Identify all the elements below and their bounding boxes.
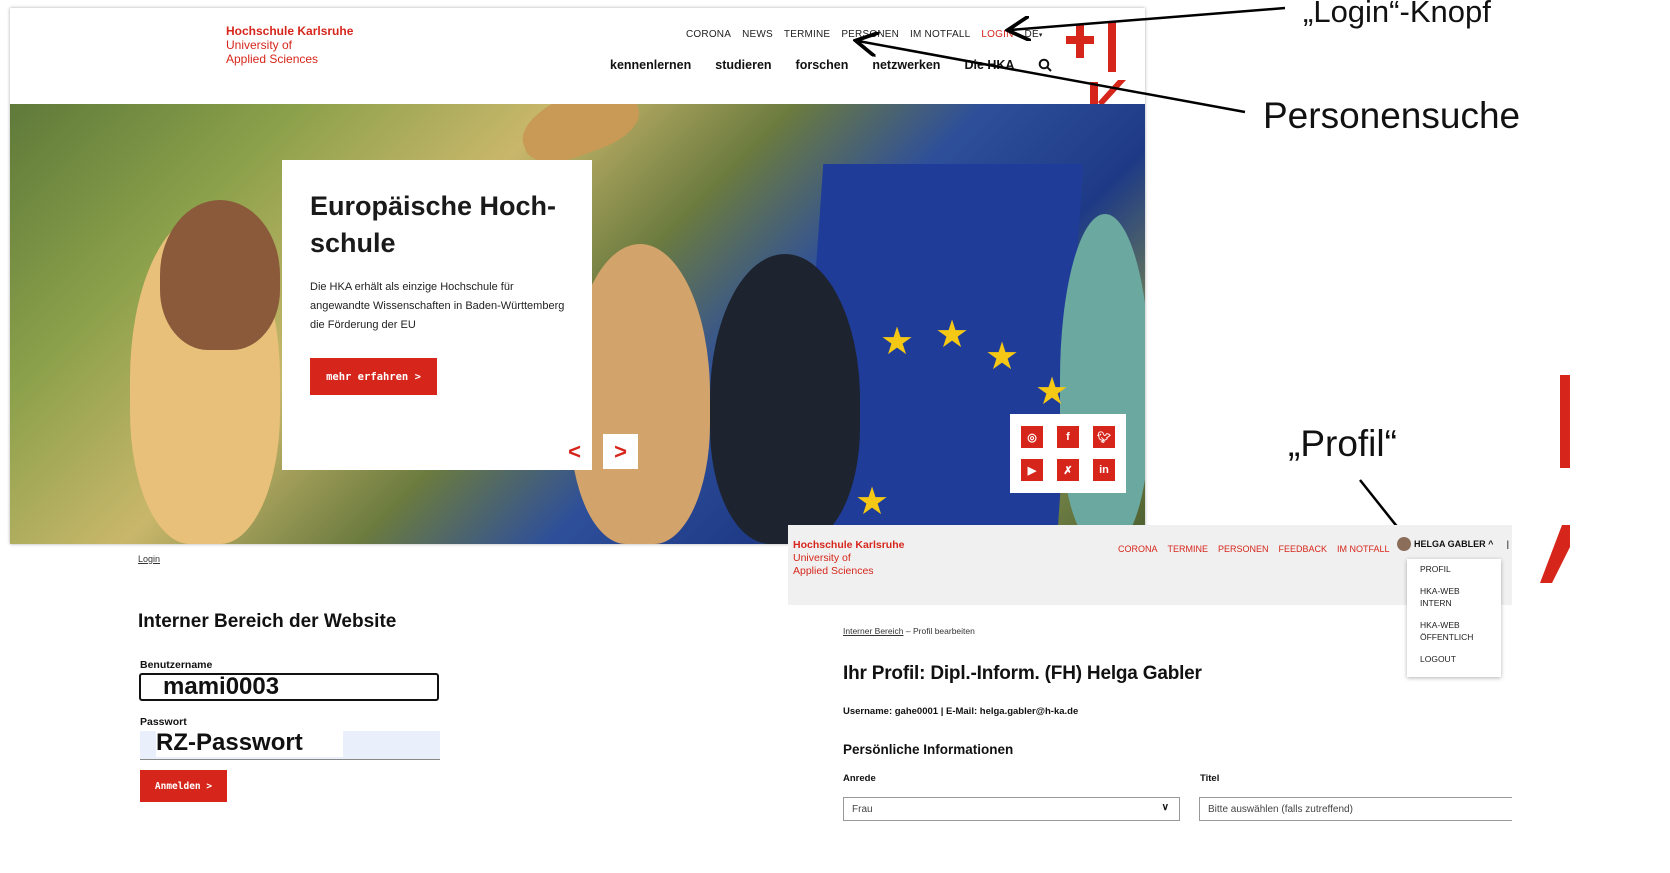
username-input[interactable]: mami0003 — [139, 673, 439, 701]
login-submit-button[interactable]: Anmelden > — [140, 770, 227, 802]
profile-screenshot: Hochschule Karlsruhe University of Appli… — [788, 525, 1512, 873]
anrede-value: Frau — [852, 803, 873, 815]
breadcrumb-current: Profil bearbeiten — [912, 626, 975, 636]
arrow-to-personen — [858, 41, 1246, 114]
titel-select[interactable]: Bitte auswählen (falls zutreffend) — [1199, 797, 1512, 821]
nav-personen[interactable]: PERSONEN — [1218, 544, 1269, 554]
profile-site-logo[interactable]: Hochschule Karlsruhe University of Appli… — [793, 539, 904, 578]
password-input[interactable]: RZ-Passwort — [140, 729, 440, 760]
breadcrumb-login[interactable]: Login — [138, 554, 160, 564]
nav-feedback[interactable]: FEEDBACK — [1279, 544, 1328, 554]
nav-corona[interactable]: CORONA — [1118, 544, 1158, 554]
user-menu-toggle[interactable]: HELGA GABLER ^ | — [1397, 537, 1509, 551]
user-menu-label: HELGA GABLER ^ — [1414, 539, 1494, 549]
titel-label: Titel — [1200, 773, 1220, 784]
breadcrumb: Interner Bereich – Profil bearbeiten — [843, 626, 975, 636]
user-dropdown-menu: PROFIL HKA-WEB INTERN HKA-WEB ÖFFENTLICH… — [1407, 559, 1501, 677]
breadcrumb-separator: – — [905, 626, 911, 636]
login-title: Interner Bereich der Website — [138, 611, 397, 632]
nav-termine[interactable]: TERMINE — [1168, 544, 1209, 554]
avatar — [1397, 537, 1411, 551]
menu-item-profil[interactable]: PROFIL — [1420, 563, 1451, 575]
logo-fragment — [1560, 375, 1570, 468]
logo-fragment — [1540, 525, 1570, 583]
brand-name: Hochschule Karlsruhe — [793, 539, 905, 551]
nav-im-notfall[interactable]: IM NOTFALL — [1337, 544, 1390, 554]
breadcrumb-link[interactable]: Interner Bereich — [843, 626, 903, 636]
brand-subline-1: University of — [793, 552, 851, 564]
anrede-label: Anrede — [843, 773, 876, 784]
titel-placeholder: Bitte auswählen (falls zutreffend) — [1208, 803, 1353, 815]
menu-item-hka-web-oeffentlich[interactable]: HKA-WEB ÖFFENTLICH — [1420, 619, 1490, 643]
menu-item-logout[interactable]: LOGOUT — [1420, 653, 1456, 665]
arrow-to-login — [1010, 6, 1286, 30]
user-info: Username: gahe0001 | E-Mail: helga.gable… — [843, 706, 1079, 717]
anrede-select[interactable]: Frau ∨ — [843, 797, 1180, 821]
chevron-down-icon: ∨ — [1161, 802, 1169, 813]
section-heading: Persönliche Informationen — [843, 742, 1014, 757]
profile-top-navigation: CORONA TERMINE PERSONEN FEEDBACK IM NOTF… — [1118, 544, 1390, 554]
username-value: mami0003 — [163, 673, 280, 700]
separator: | — [1506, 539, 1509, 549]
username-label: Benutzername — [140, 659, 213, 671]
page-title: Ihr Profil: Dipl.-Inform. (FH) Helga Gab… — [843, 663, 1202, 684]
password-label: Passwort — [140, 716, 187, 728]
password-value: RZ-Passwort — [156, 729, 343, 757]
brand-subline-2: Applied Sciences — [793, 565, 874, 577]
menu-item-hka-web-intern[interactable]: HKA-WEB INTERN — [1420, 585, 1490, 609]
